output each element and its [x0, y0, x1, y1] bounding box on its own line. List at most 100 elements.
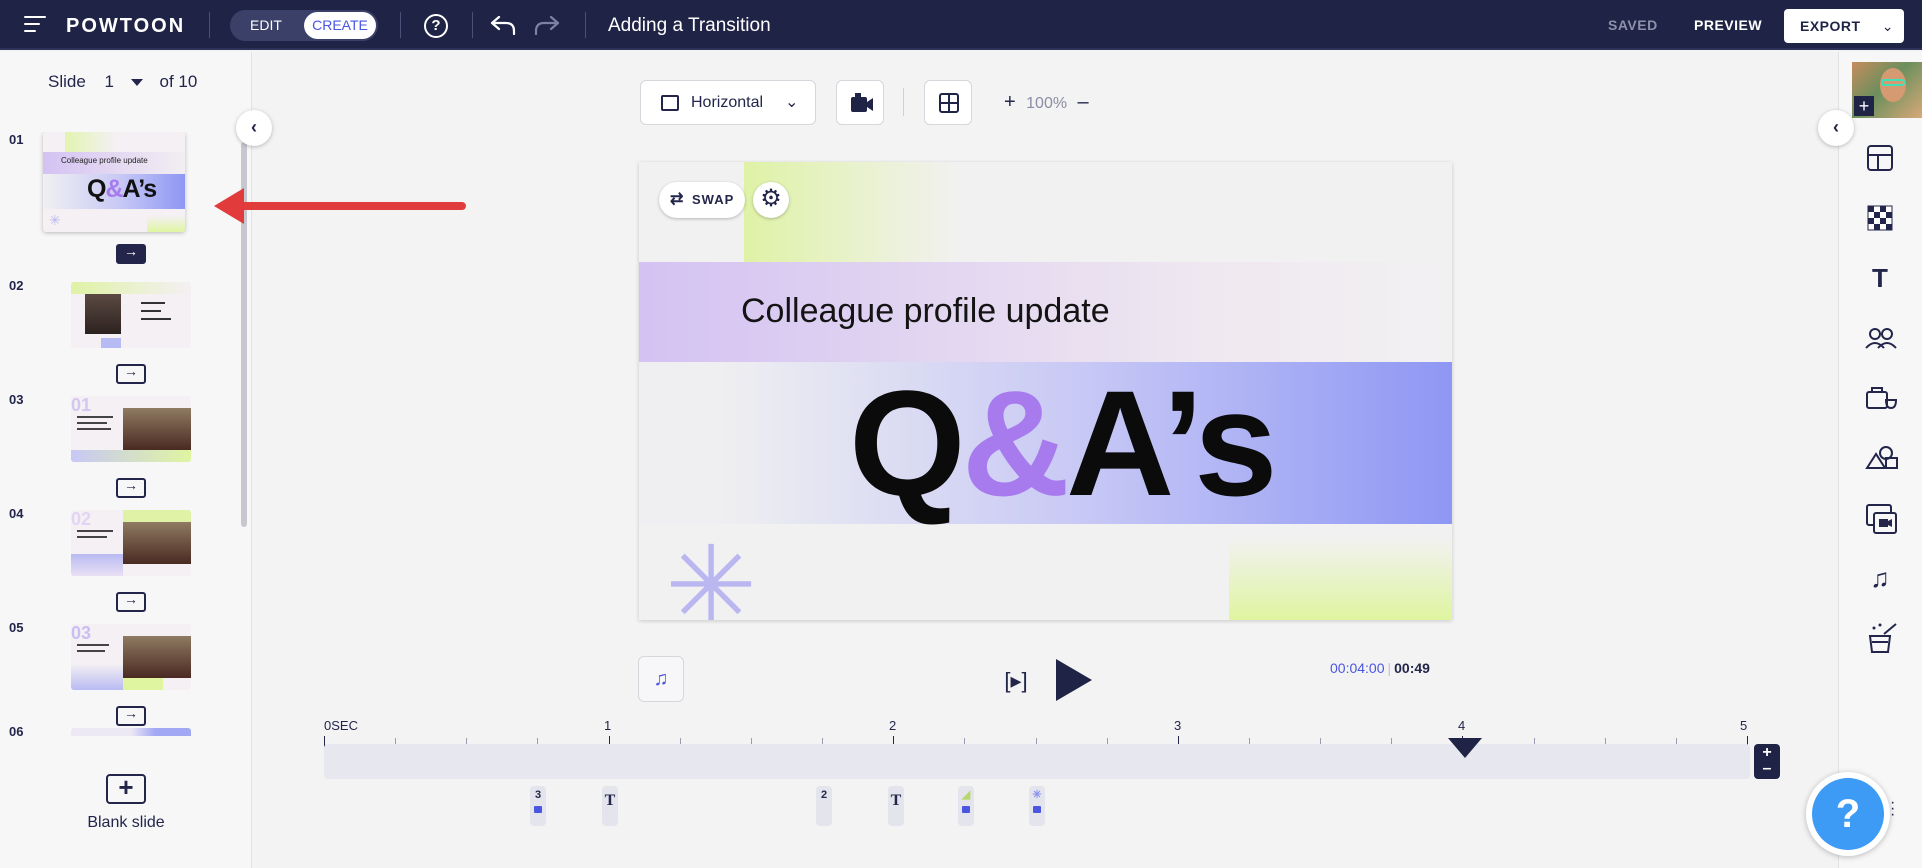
tick-label: 3 [1174, 718, 1182, 733]
blank-slide-button[interactable]: + Blank slide [80, 774, 172, 832]
total-duration: 00:49 [1394, 660, 1430, 676]
playhead[interactable] [1448, 738, 1482, 758]
slide-title[interactable]: Q&A’s [849, 358, 1278, 528]
lock-icon [1033, 806, 1041, 813]
timeline-marker[interactable]: ✳ [1029, 786, 1045, 826]
powtoon-logo[interactable]: POWTOON [66, 15, 185, 38]
props-icon[interactable] [1864, 382, 1898, 414]
timeline-marker[interactable]: T [602, 786, 618, 826]
asterisk-icon: ✳ [49, 212, 61, 228]
media-icon[interactable] [1864, 502, 1897, 534]
characters-icon[interactable] [1864, 322, 1897, 354]
slide-number: 01 [9, 132, 24, 147]
annotation-arrow-head [214, 188, 244, 224]
time-separator: | [1387, 660, 1392, 676]
chevron-down-icon: ⌄ [785, 94, 799, 111]
zoom-level: 100% [1026, 95, 1068, 112]
mode-switch[interactable]: EDIT CREATE [230, 10, 378, 41]
tick-label: 5 [1740, 718, 1748, 733]
slide-thumbnail[interactable] [71, 282, 191, 348]
document-title[interactable]: Adding a Transition [608, 15, 771, 37]
timeline-marker[interactable]: ◢ [958, 786, 974, 826]
add-icon[interactable]: + [1854, 96, 1874, 116]
zoom-in-button[interactable]: + [1004, 91, 1016, 113]
lock-icon [962, 806, 970, 813]
saved-status: SAVED [1608, 17, 1658, 33]
avatar[interactable]: + [1852, 62, 1922, 118]
music-icon[interactable]: ♫ [638, 656, 684, 702]
slide-thumbnail[interactable]: 02 [71, 510, 191, 576]
transition-icon[interactable] [116, 705, 146, 726]
timeline-marker[interactable]: 3 [530, 786, 546, 826]
tick-label: 2 [889, 718, 897, 733]
slide-thumbnail[interactable]: 03 [71, 624, 191, 690]
redo-icon[interactable] [533, 12, 561, 38]
orientation-label: Horizontal [691, 94, 764, 111]
text-icon[interactable]: T [1864, 262, 1896, 294]
menu-icon[interactable] [24, 16, 46, 34]
export-label: EXPORT [1800, 18, 1861, 34]
magic-hat-icon[interactable] [1864, 622, 1897, 654]
timeline-track[interactable] [324, 744, 1750, 779]
thumb-number: 03 [71, 624, 92, 643]
collapse-right-panel-button[interactable]: ‹ [1818, 110, 1854, 146]
asterisk-icon: ✳ [1032, 789, 1042, 801]
edit-mode-button[interactable]: EDIT [230, 10, 302, 41]
timeline-marker[interactable]: T [888, 786, 904, 826]
create-mode-button[interactable]: CREATE [304, 12, 376, 39]
gear-icon[interactable]: ⚙ [753, 182, 789, 218]
slide-thumbnail[interactable]: 01 [71, 396, 191, 462]
thumb-subtitle: Colleague profile update [61, 156, 148, 165]
timeline-ruler[interactable]: 0SEC 1 2 3 4 5 [324, 712, 1748, 748]
slide-thumbnail[interactable]: Colleague profile update Q&A’s ✳ [43, 132, 185, 232]
slides-panel: Slide 1 of 10 01 Colleague profile updat… [0, 52, 252, 868]
help-icon[interactable]: ? [424, 14, 448, 38]
camera-button[interactable] [836, 80, 884, 125]
caret-down-icon[interactable] [130, 79, 143, 87]
shapes-icon[interactable] [1864, 442, 1898, 474]
camera-icon [851, 93, 873, 112]
thumb-number: 01 [71, 396, 92, 415]
chevron-down-icon[interactable]: ⌄ [1882, 9, 1894, 43]
collapse-left-panel-button[interactable]: ‹ [236, 110, 272, 146]
title-ampersand: & [961, 359, 1070, 527]
timeline-marker[interactable]: 2 [816, 786, 832, 826]
divider [209, 12, 210, 38]
slide-subtitle[interactable]: Colleague profile update [741, 292, 1110, 331]
swap-icon: ⇄ [670, 191, 684, 208]
music-note-icon[interactable]: ♫ [1864, 562, 1896, 594]
timeline-zoom-control[interactable]: + – [1754, 744, 1780, 779]
help-chat-button[interactable]: ? [1806, 772, 1890, 856]
title-as: A’s [1066, 359, 1278, 527]
divider [585, 12, 586, 38]
transition-icon[interactable] [116, 363, 146, 384]
green-shape-bottom[interactable] [1229, 537, 1452, 620]
preview-button[interactable]: PREVIEW [1694, 17, 1762, 33]
current-slide-number[interactable]: 1 [105, 72, 114, 92]
swap-button[interactable]: ⇄ SWAP [659, 182, 745, 218]
tick-label: 1 [604, 718, 612, 733]
play-icon[interactable] [1056, 659, 1092, 701]
grid-button[interactable] [924, 80, 972, 125]
slide-total: of 10 [159, 72, 198, 91]
slide-canvas[interactable]: Colleague profile update Q&A’s ✳ ⇄ SWAP … [639, 162, 1452, 620]
slide-thumbnail[interactable] [71, 728, 191, 736]
orientation-dropdown[interactable]: Horizontal ⌄ [640, 80, 816, 125]
zoom-out-button[interactable]: – [1078, 91, 1089, 113]
marker-label: 3 [534, 789, 542, 801]
more-options-icon[interactable]: · · · [1890, 795, 1895, 823]
blank-slide-label: Blank slide [87, 814, 165, 831]
background-icon[interactable] [1864, 202, 1896, 234]
layout-icon[interactable] [1864, 142, 1896, 174]
play-from-here-icon[interactable]: [▸] [993, 664, 1039, 698]
transition-icon[interactable] [116, 243, 146, 264]
tick-label: 0SEC [324, 718, 358, 733]
divider [400, 12, 401, 38]
asterisk-icon[interactable]: ✳ [665, 532, 757, 621]
slide-selector[interactable]: Slide 1 of 10 [48, 72, 197, 92]
undo-icon[interactable] [489, 12, 517, 38]
transition-icon[interactable] [116, 591, 146, 612]
transition-icon[interactable] [116, 477, 146, 498]
slide-number: 05 [9, 620, 24, 635]
export-button[interactable]: EXPORT ⌄ [1784, 9, 1904, 43]
